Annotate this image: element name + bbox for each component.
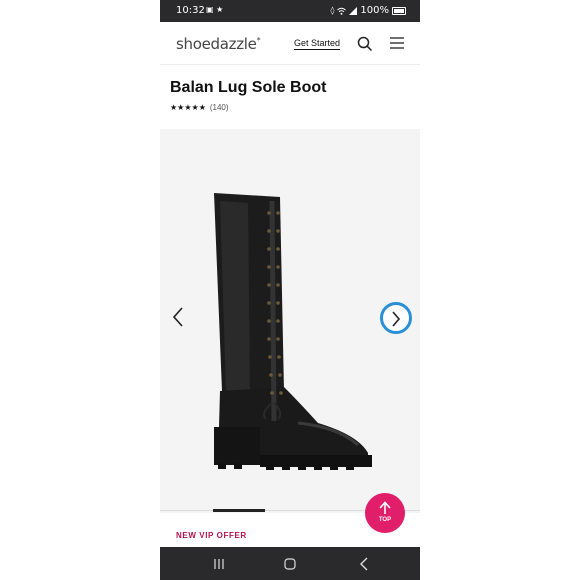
battery-text: 100% [360, 5, 389, 16]
back-to-top-button[interactable]: TOP [365, 493, 405, 533]
status-right: ◊ 100% [330, 5, 406, 16]
gallery-progress-indicator [213, 509, 265, 512]
recent-apps-icon[interactable] [213, 558, 225, 570]
product-image-gallery[interactable] [160, 129, 420, 513]
shoedazzle-logo[interactable]: shoedazzle* [176, 35, 261, 53]
review-count: (140) [209, 103, 229, 112]
get-started-link[interactable]: Get Started [294, 38, 341, 50]
arrow-up-icon [379, 501, 391, 514]
vip-offer-label[interactable]: NEW VIP OFFER [176, 531, 247, 540]
phone-screen: 10:32 ▣ ★ ◊ 100% shoedazzle* Get Started [160, 0, 420, 580]
boot-image [214, 193, 372, 470]
chevron-left-icon[interactable] [172, 307, 184, 327]
status-time: 10:32 [176, 5, 205, 16]
search-icon[interactable] [357, 36, 373, 52]
product-title: Balan Lug Sole Boot [170, 79, 327, 96]
site-header: shoedazzle* Get Started [160, 22, 420, 65]
back-icon[interactable] [359, 557, 369, 571]
chevron-right-icon [392, 311, 401, 327]
top-label: TOP [378, 517, 392, 523]
logo-text: shoedazzle [176, 35, 257, 53]
signal-icon [349, 6, 358, 15]
rating-stars: ★★★★★ [170, 103, 206, 112]
status-bar: 10:32 ▣ ★ ◊ 100% [160, 0, 420, 22]
home-icon[interactable] [284, 558, 296, 570]
wifi-icon [337, 7, 347, 15]
system-nav-bar [160, 547, 420, 580]
next-image-button[interactable] [380, 302, 412, 334]
battery-icon [392, 6, 406, 15]
logo-mark: * [256, 36, 261, 45]
notification-icons: ▣ ★ [206, 5, 224, 14]
mute-icon: ◊ [330, 6, 335, 15]
product-rating[interactable]: ★★★★★ (140) [170, 103, 229, 112]
menu-icon[interactable] [390, 37, 404, 49]
